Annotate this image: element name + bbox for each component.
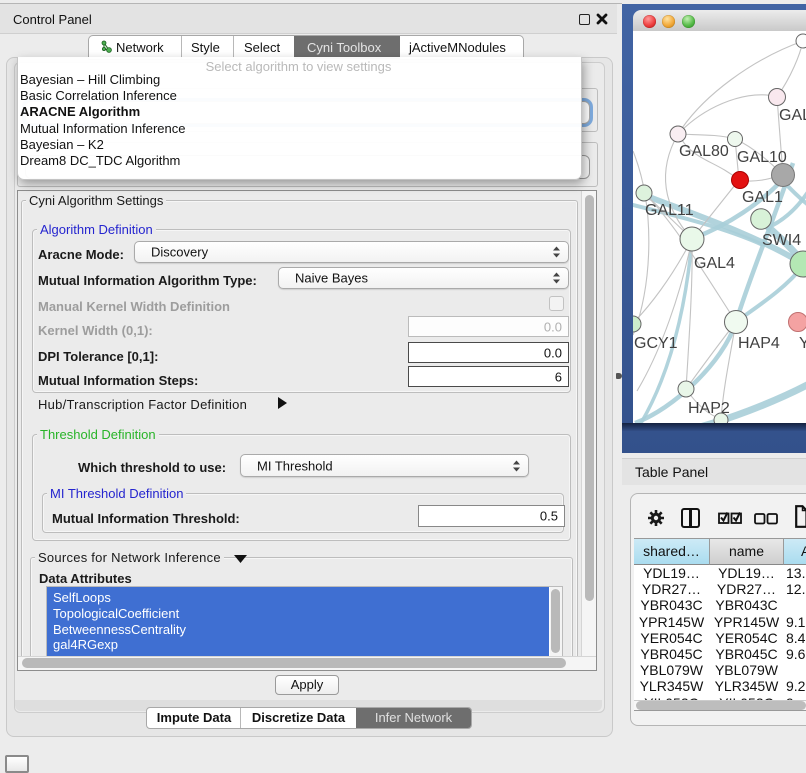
svg-text:GAL10: GAL10 <box>737 149 787 166</box>
svg-text:GAL7: GAL7 <box>779 107 806 124</box>
svg-text:HAP4: HAP4 <box>738 335 780 352</box>
svg-text:GCY1: GCY1 <box>634 335 678 352</box>
svg-text:GAL4: GAL4 <box>694 255 735 272</box>
svg-text:SWI4: SWI4 <box>762 232 801 249</box>
svg-text:GAL1: GAL1 <box>742 189 783 206</box>
svg-text:GAL80: GAL80 <box>679 143 729 160</box>
svg-text:HAP2: HAP2 <box>688 400 730 417</box>
svg-text:YI: YI <box>799 335 806 352</box>
svg-text:GAL11: GAL11 <box>645 202 694 219</box>
